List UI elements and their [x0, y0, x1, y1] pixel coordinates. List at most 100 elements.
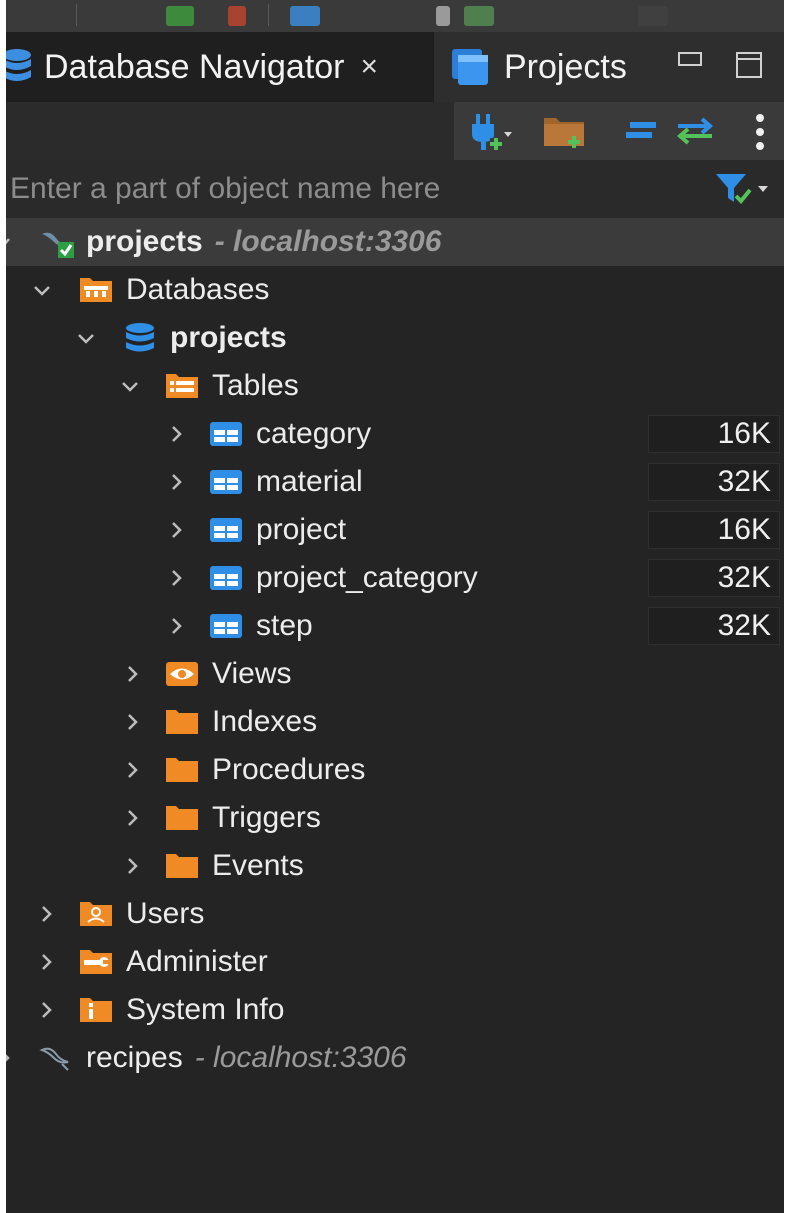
database-navigator-panel: Database Navigator × Projects Enter a pa…: [6, 0, 784, 1213]
administer-label: Administer: [126, 945, 268, 978]
views-eye-icon: [164, 660, 198, 688]
expand-toggle[interactable]: [122, 804, 142, 832]
tables-label: Tables: [212, 369, 299, 402]
tree-node-indexes[interactable]: Indexes: [6, 698, 784, 746]
tree-node-tables[interactable]: Tables: [6, 362, 784, 410]
database-icon: [6, 47, 34, 87]
events-label: Events: [212, 849, 304, 882]
expand-toggle[interactable]: [166, 420, 186, 448]
table-size: 16K: [648, 511, 780, 549]
expand-toggle[interactable]: [166, 468, 186, 496]
connection-host: - localhost:3306: [194, 1041, 407, 1074]
expand-toggle[interactable]: [36, 900, 56, 928]
table-icon: [208, 468, 242, 496]
maximize-button[interactable]: [736, 52, 762, 78]
folder-icon: [164, 708, 198, 736]
table-size: 32K: [648, 607, 780, 645]
procedures-label: Procedures: [212, 753, 366, 786]
administer-wrench-icon: [78, 948, 112, 976]
expand-toggle[interactable]: [120, 372, 140, 400]
tab-projects[interactable]: Projects: [438, 32, 648, 102]
transaction-icon[interactable]: [464, 6, 494, 26]
navigator-toolbar: [6, 102, 784, 160]
table-name: project_category: [256, 561, 478, 594]
connection-name: recipes: [86, 1041, 183, 1074]
collapse-all-icon[interactable]: [624, 118, 658, 146]
table-icon: [208, 612, 242, 640]
tab-close-icon[interactable]: ×: [361, 50, 379, 84]
expand-toggle[interactable]: [122, 756, 142, 784]
views-label: Views: [212, 657, 292, 690]
tree-node-table[interactable]: material 32K: [6, 458, 784, 506]
mysql-connection-icon: [38, 1044, 70, 1072]
stop-icon[interactable]: [228, 6, 246, 26]
expand-toggle[interactable]: [166, 516, 186, 544]
toolbar-icon[interactable]: [638, 6, 668, 26]
database-icon: [124, 322, 156, 352]
toolbar-separator: [76, 4, 77, 26]
expand-toggle[interactable]: [166, 564, 186, 592]
tree-node-administer[interactable]: Administer: [6, 938, 784, 986]
databases-label: Databases: [126, 273, 270, 306]
folder-icon: [164, 852, 198, 880]
tree-node-users[interactable]: Users: [6, 890, 784, 938]
tables-folder-icon: [164, 372, 198, 400]
tree-node-connection-recipes[interactable]: recipes - localhost:3306: [6, 1034, 784, 1082]
tab-projects-label: Projects: [504, 47, 627, 86]
users-icon: [78, 900, 112, 928]
tree-node-triggers[interactable]: Triggers: [6, 794, 784, 842]
tree-node-events[interactable]: Events: [6, 842, 784, 890]
table-name: project: [256, 513, 347, 546]
folder-icon: [164, 756, 198, 784]
expand-toggle[interactable]: [122, 660, 142, 688]
expand-toggle[interactable]: [36, 948, 56, 976]
window-frame: Database Navigator × Projects Enter a pa…: [0, 0, 787, 1213]
link-with-editor-icon[interactable]: [672, 116, 718, 146]
info-icon: [78, 996, 112, 1024]
tree-node-table[interactable]: category 16K: [6, 410, 784, 458]
tree-node-procedures[interactable]: Procedures: [6, 746, 784, 794]
commit-icon[interactable]: [436, 6, 450, 26]
tree-node-table[interactable]: step 32K: [6, 602, 784, 650]
object-name-filter-input[interactable]: [6, 160, 706, 218]
expand-toggle[interactable]: [122, 852, 142, 880]
tree-node-databases[interactable]: Databases: [6, 266, 784, 314]
table-size: 32K: [648, 559, 780, 597]
projects-icon: [450, 47, 490, 87]
expand-toggle[interactable]: [166, 612, 186, 640]
tree-node-table[interactable]: project 16K: [6, 506, 784, 554]
new-folder-icon[interactable]: [542, 112, 590, 152]
table-icon: [208, 564, 242, 592]
database-name: projects: [170, 321, 287, 354]
connection-name: projects: [86, 225, 203, 258]
tree-node-table[interactable]: project_category 32K: [6, 554, 784, 602]
table-size: 16K: [648, 415, 780, 453]
expand-toggle[interactable]: [76, 324, 96, 352]
expand-toggle[interactable]: [122, 708, 142, 736]
run-icon[interactable]: [166, 6, 194, 26]
tree-node-system-info[interactable]: System Info: [6, 986, 784, 1034]
minimize-button[interactable]: [678, 52, 702, 66]
users-label: Users: [126, 897, 205, 930]
tree-node-connection-projects[interactable]: projects - localhost:3306: [6, 218, 784, 266]
expand-toggle[interactable]: [32, 276, 52, 304]
folder-icon: [164, 804, 198, 832]
table-icon: [208, 420, 242, 448]
tree-node-database-projects[interactable]: projects: [6, 314, 784, 362]
expand-toggle[interactable]: [6, 1044, 14, 1072]
tab-database-navigator-label: Database Navigator: [44, 47, 345, 86]
tree-node-views[interactable]: Views: [6, 650, 784, 698]
tab-database-navigator[interactable]: Database Navigator ×: [6, 32, 434, 102]
toolbar-separator: [268, 4, 269, 26]
more-menu-icon[interactable]: [752, 112, 768, 152]
sql-editor-icon[interactable]: [290, 6, 320, 26]
expand-toggle[interactable]: [36, 996, 56, 1024]
table-name: category: [256, 417, 372, 450]
filter-icon[interactable]: [712, 170, 770, 208]
mysql-connection-icon: [38, 228, 74, 258]
indexes-label: Indexes: [212, 705, 318, 738]
view-tab-bar: Database Navigator × Projects: [6, 32, 784, 102]
table-name: step: [256, 609, 313, 642]
new-connection-icon[interactable]: [468, 112, 512, 152]
expand-toggle[interactable]: [6, 228, 14, 256]
